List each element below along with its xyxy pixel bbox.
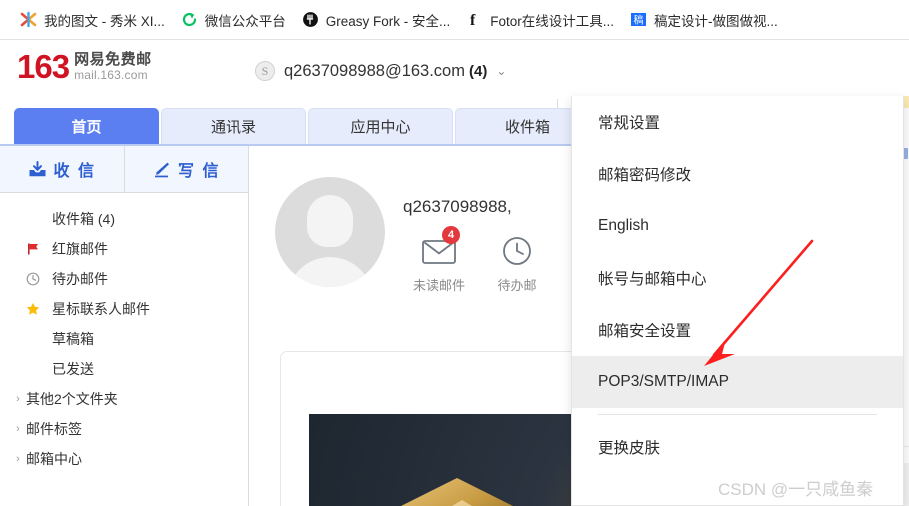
bookmark-label: 微信公众平台	[204, 13, 286, 29]
logo-number: 163	[17, 48, 70, 85]
sidebar-item-other-folders[interactable]: › 其他2个文件夹	[0, 384, 248, 414]
xiumi-logo-icon	[20, 11, 37, 28]
account-email-label: q2637098988@163.com	[284, 61, 465, 80]
chevron-right-icon[interactable]: ›	[10, 423, 26, 435]
fotor-icon: f	[466, 11, 483, 28]
bookmark-label: 我的图文 - 秀米 XI...	[44, 13, 165, 29]
bookmark-item-4[interactable]: 稿 稿定设计-做图做视...	[622, 6, 786, 34]
sidebar-item-label: 其他2个文件夹	[26, 391, 118, 407]
svg-text:f: f	[470, 12, 476, 28]
compose-mail-label: 写 信	[178, 163, 221, 180]
clock-icon	[497, 234, 537, 268]
chevron-right-icon[interactable]: ›	[10, 393, 26, 405]
sidebar-actions: 收 信 写 信	[0, 146, 248, 193]
sidebar-item-todo[interactable]: 待办邮件	[0, 264, 248, 294]
menu-item-account-center[interactable]: 帐号与邮箱中心	[572, 252, 903, 304]
bookmark-label: Fotor在线设计工具...	[490, 13, 615, 29]
settings-dropdown-menu: 常规设置 邮箱密码修改 English 帐号与邮箱中心 邮箱安全设置 POP3/…	[571, 96, 904, 506]
sidebar-item-label: 草稿箱	[52, 331, 94, 347]
sidebar-item-label: 邮箱中心	[26, 451, 82, 467]
browser-bookmarks-bar: 我的图文 - 秀米 XI... 微信公众平台 Greasy Fork - 安全.…	[0, 0, 909, 40]
envelope-icon: 4	[419, 226, 460, 268]
avatar[interactable]	[275, 177, 385, 287]
sidebar-item-sent[interactable]: 已发送	[0, 354, 248, 384]
menu-item-change-skin[interactable]: 更换皮肤	[572, 421, 903, 473]
account-unread-count: (4)	[468, 62, 488, 80]
stat-todo[interactable]: 待办邮	[478, 234, 556, 294]
sidebar-item-label: 已发送	[52, 361, 94, 377]
svg-text:稿: 稿	[634, 13, 644, 26]
greasyfork-icon	[302, 11, 319, 28]
watermark-text: CSDN @一只咸鱼秦	[718, 480, 874, 499]
logo-cn-text: 网易免费邮	[74, 51, 152, 68]
bookmark-label: Greasy Fork - 安全...	[325, 13, 451, 29]
account-selector[interactable]: S q2637098988@163.com (4) ⌄	[255, 61, 506, 81]
sidebar-item-label: 星标联系人邮件	[52, 301, 150, 317]
menu-item-pop3-smtp-imap[interactable]: POP3/SMTP/IMAP	[572, 356, 903, 408]
pencil-compose-icon	[152, 161, 171, 178]
avatar-body-shape	[287, 257, 373, 287]
sidebar-item-inbox[interactable]: 收件箱 (4)	[0, 204, 248, 234]
menu-item-mailbox-security[interactable]: 邮箱安全设置	[572, 304, 903, 356]
account-avatar-badge-icon: S	[255, 61, 275, 81]
chevron-down-icon[interactable]: ⌄	[496, 64, 506, 78]
inbox-download-icon	[28, 160, 47, 178]
sidebar-item-mail-tags[interactable]: › 邮件标签	[0, 414, 248, 444]
unread-badge: 4	[442, 226, 460, 244]
chevron-right-icon[interactable]: ›	[10, 453, 26, 465]
decorative-gold-shape	[401, 478, 513, 506]
bookmark-item-0[interactable]: 我的图文 - 秀米 XI...	[12, 6, 173, 34]
bookmark-label: 稿定设计-做图做视...	[654, 13, 778, 29]
tab-contacts[interactable]: 通讯录	[161, 108, 306, 144]
sidebar: 收 信 写 信 收件箱 (4) 红旗邮件 待办邮件 星标联系人邮件 草稿箱 已发…	[0, 146, 249, 506]
stat-label: 未读邮件	[412, 278, 465, 293]
sidebar-folder-list: 收件箱 (4) 红旗邮件 待办邮件 星标联系人邮件 草稿箱 已发送 › 其他2个…	[0, 193, 248, 474]
sidebar-item-label: 收件箱 (4)	[52, 211, 115, 227]
receive-mail-label: 收 信	[53, 163, 96, 180]
logo-domain-text: mail.163.com	[74, 68, 148, 82]
tab-home[interactable]: 首页	[14, 108, 159, 144]
red-flag-icon	[26, 242, 46, 256]
sidebar-item-drafts[interactable]: 草稿箱	[0, 324, 248, 354]
receive-mail-button[interactable]: 收 信	[0, 146, 124, 192]
site-logo[interactable]: 163 网易免费邮 mail.163.com	[17, 50, 152, 83]
tab-appcenter[interactable]: 应用中心	[308, 108, 453, 144]
gaoding-icon: 稿	[630, 11, 647, 28]
bookmark-item-2[interactable]: Greasy Fork - 安全...	[294, 6, 459, 34]
stat-unread[interactable]: 4 未读邮件	[400, 226, 478, 294]
menu-item-english[interactable]: English	[572, 200, 903, 252]
sidebar-item-mail-center[interactable]: › 邮箱中心	[0, 444, 248, 474]
screenshot-root: 我的图文 - 秀米 XI... 微信公众平台 Greasy Fork - 安全.…	[0, 0, 909, 506]
menu-item-general-settings[interactable]: 常规设置	[572, 96, 903, 148]
sidebar-item-starred-contacts[interactable]: 星标联系人邮件	[0, 294, 248, 324]
mail-stats: 4 未读邮件 待办邮	[400, 226, 556, 294]
sidebar-item-label: 邮件标签	[26, 421, 82, 437]
clock-icon	[26, 272, 46, 286]
compose-mail-button[interactable]: 写 信	[123, 146, 249, 192]
profile-name: q2637098988,	[403, 197, 512, 216]
menu-separator	[598, 414, 877, 415]
avatar-head-shape	[307, 195, 353, 247]
menu-item-change-password[interactable]: 邮箱密码修改	[572, 148, 903, 200]
sidebar-item-flagged[interactable]: 红旗邮件	[0, 234, 248, 264]
stat-label: 待办邮	[497, 278, 537, 293]
bookmark-item-3[interactable]: f Fotor在线设计工具...	[458, 6, 622, 34]
star-icon	[26, 302, 46, 316]
wechat-mp-icon	[181, 11, 198, 28]
sidebar-item-label: 红旗邮件	[52, 241, 108, 257]
sidebar-item-label: 待办邮件	[52, 271, 108, 287]
bookmark-item-1[interactable]: 微信公众平台	[173, 6, 294, 34]
